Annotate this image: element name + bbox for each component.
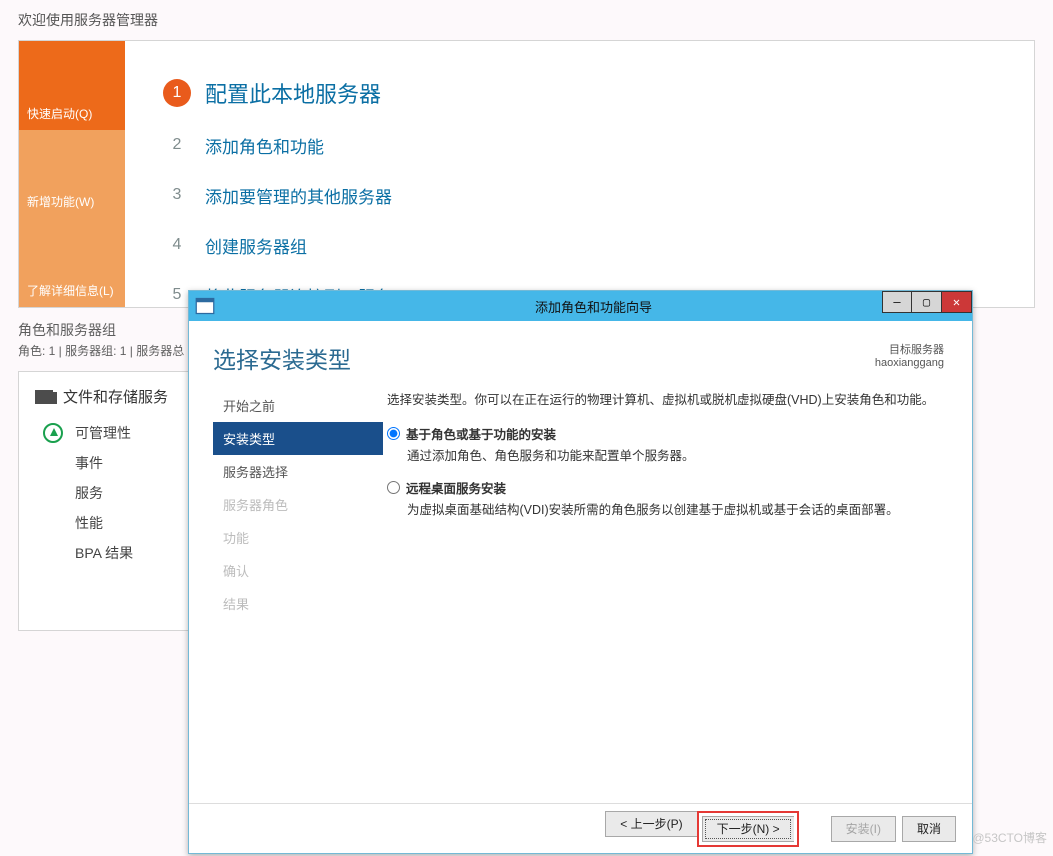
steps-area: 1 配置此本地服务器 2 添加角色和功能 3 添加要管理的其他服务器 4 创建服… <box>125 41 1034 307</box>
option-rds[interactable]: 远程桌面服务安装 为虚拟桌面基础结构(VDI)安装所需的角色服务以创建基于虚拟机… <box>387 478 944 518</box>
nav-features: 功能 <box>213 521 383 554</box>
server-icon <box>35 390 53 404</box>
step-link[interactable]: 创建服务器组 <box>205 233 307 258</box>
dialog-body: 选择安装类型 目标服务器 haoxianggang 开始之前 安装类型 服务器选… <box>189 321 972 853</box>
cancel-button[interactable]: 取消 <box>902 816 956 842</box>
dialog-title: 添加角色和功能向导 <box>215 297 972 316</box>
dialog-mid: 开始之前 安装类型 服务器选择 服务器角色 功能 确认 结果 选择安装类型。你可… <box>189 381 972 803</box>
target-server-block: 目标服务器 haoxianggang <box>875 341 944 369</box>
step-number: 4 <box>163 231 191 259</box>
nav-server-roles: 服务器角色 <box>213 488 383 521</box>
nav-installation-type[interactable]: 安装类型 <box>213 422 383 455</box>
lead-text: 选择安装类型。你可以在正在运行的物理计算机、虚拟机或脱机虚拟硬盘(VHD)上安装… <box>387 389 944 408</box>
close-button[interactable]: ✕ <box>942 291 972 313</box>
radio-rds[interactable] <box>387 481 400 494</box>
nav-confirmation: 确认 <box>213 554 383 587</box>
step-link[interactable]: 配置此本地服务器 <box>205 77 381 109</box>
card-row-label: BPA 结果 <box>75 543 133 563</box>
option-title: 远程桌面服务安装 <box>406 478 506 497</box>
page-title: 欢迎使用服务器管理器 <box>0 0 1053 40</box>
option-role-based[interactable]: 基于角色或基于功能的安装 通过添加角色、角色服务和功能来配置单个服务器。 <box>387 424 944 464</box>
add-roles-wizard-dialog: 添加角色和功能向导 — ▢ ✕ 选择安装类型 目标服务器 haoxianggan… <box>188 290 973 854</box>
install-button: 安装(I) <box>831 816 896 842</box>
target-label: 目标服务器 <box>875 341 944 357</box>
step-link[interactable]: 添加角色和功能 <box>205 133 324 158</box>
window-buttons: — ▢ ✕ <box>882 291 972 313</box>
next-button[interactable]: 下一步(N) > <box>702 816 794 842</box>
step-number: 3 <box>163 181 191 209</box>
maximize-button[interactable]: ▢ <box>912 291 942 313</box>
step-create-group[interactable]: 4 创建服务器组 <box>163 231 996 259</box>
minimize-button[interactable]: — <box>882 291 912 313</box>
card-row-label: 可管理性 <box>75 423 131 443</box>
nav-before-you-begin[interactable]: 开始之前 <box>213 389 383 422</box>
card-row-label: 性能 <box>75 513 103 533</box>
step-configure-local[interactable]: 1 配置此本地服务器 <box>163 77 996 109</box>
card-row-label: 服务 <box>75 483 103 503</box>
tile-quickstart[interactable]: 快速启动(Q) <box>19 41 125 130</box>
card-title-text: 文件和存储服务 <box>63 386 168 407</box>
tile-column: 快速启动(Q) 新增功能(W) 了解详细信息(L) <box>19 41 125 307</box>
nav-server-selection[interactable]: 服务器选择 <box>213 455 383 488</box>
step-add-roles[interactable]: 2 添加角色和功能 <box>163 131 996 159</box>
content-pane: 选择安装类型。你可以在正在运行的物理计算机、虚拟机或脱机虚拟硬盘(VHD)上安装… <box>383 389 948 795</box>
step-number: 1 <box>163 79 191 107</box>
wizard-nav: 开始之前 安装类型 服务器选择 服务器角色 功能 确认 结果 <box>213 389 383 795</box>
card-row-label: 事件 <box>75 453 103 473</box>
tile-learnmore[interactable]: 了解详细信息(L) <box>19 218 125 307</box>
step-number: 2 <box>163 131 191 159</box>
option-desc: 为虚拟桌面基础结构(VDI)安装所需的角色服务以创建基于虚拟机或基于会话的桌面部… <box>407 499 944 518</box>
target-value: haoxianggang <box>875 357 944 369</box>
nav-results: 结果 <box>213 587 383 620</box>
step-link[interactable]: 添加要管理的其他服务器 <box>205 183 392 208</box>
prev-button[interactable]: < 上一步(P) <box>605 811 696 837</box>
radio-role-based[interactable] <box>387 427 400 440</box>
dialog-heading: 选择安装类型 <box>213 341 875 375</box>
option-desc: 通过添加角色、角色服务和功能来配置单个服务器。 <box>407 445 944 464</box>
dialog-titlebar[interactable]: 添加角色和功能向导 — ▢ ✕ <box>189 291 972 321</box>
welcome-panel: 快速启动(Q) 新增功能(W) 了解详细信息(L) 1 配置此本地服务器 2 添… <box>18 40 1035 308</box>
step-add-servers[interactable]: 3 添加要管理的其他服务器 <box>163 181 996 209</box>
status-up-icon <box>43 423 63 443</box>
watermark: @53CTO博客 <box>972 829 1047 846</box>
tile-whatsnew[interactable]: 新增功能(W) <box>19 130 125 219</box>
option-title: 基于角色或基于功能的安装 <box>406 424 556 443</box>
wizard-icon <box>195 296 215 316</box>
dialog-footer: < 上一步(P) 下一步(N) > 安装(I) 取消 <box>189 803 972 853</box>
dialog-header: 选择安装类型 目标服务器 haoxianggang <box>189 321 972 381</box>
highlight-next: 下一步(N) > <box>697 811 799 847</box>
step-number: 5 <box>163 281 191 309</box>
